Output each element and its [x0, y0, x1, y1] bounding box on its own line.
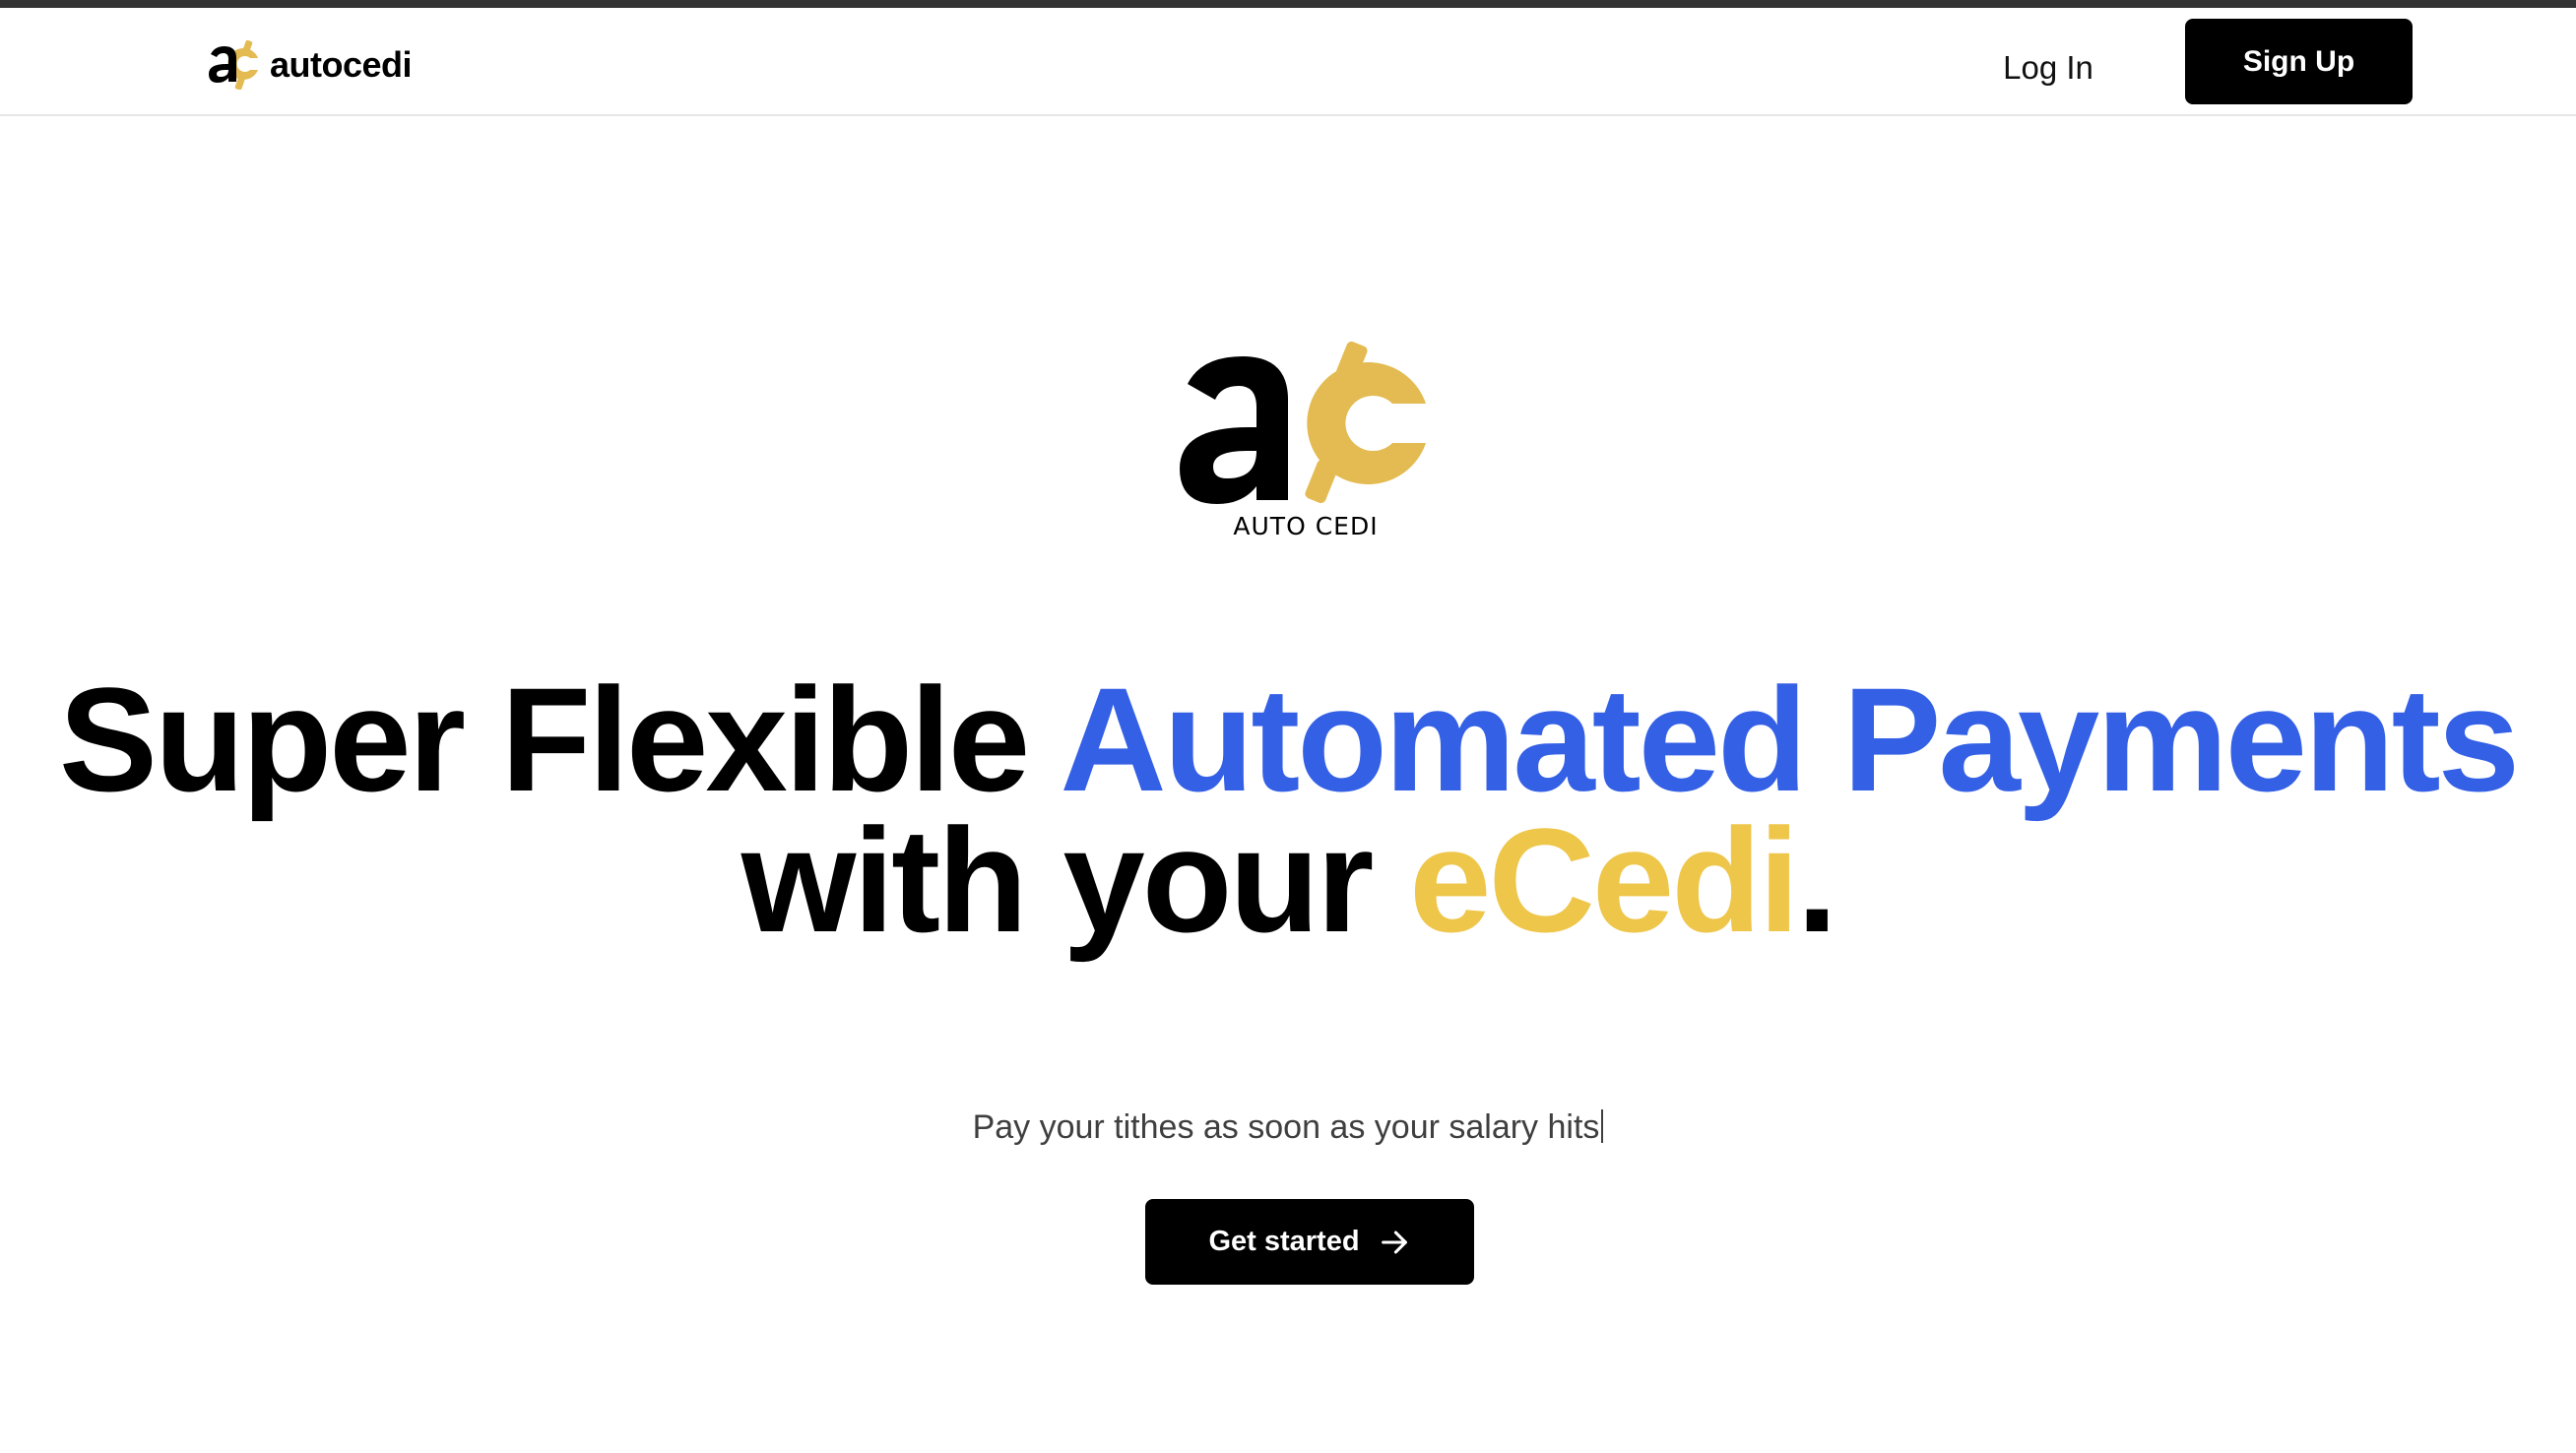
headline-highlight-ecedi: eCedi [1409, 797, 1799, 963]
hero-logo: AUTO CEDI [1178, 335, 1434, 561]
ac-logo-icon [209, 40, 258, 90]
top-browser-strip [0, 0, 2576, 8]
brand-logo-link[interactable]: autocedi [207, 37, 413, 93]
typewriter-text: Pay your tithes as soon as your salary h… [972, 1108, 1600, 1146]
brand-name: autocedi [270, 44, 413, 85]
ac-logo-icon [1180, 341, 1426, 504]
signup-button[interactable]: Sign Up [2185, 19, 2413, 104]
navbar: autocedi Log In Sign Up [0, 8, 2576, 116]
get-started-label: Get started [1208, 1226, 1360, 1257]
typing-caret [1601, 1109, 1604, 1143]
arrow-right-icon [1381, 1231, 1407, 1253]
login-link[interactable]: Log In [1979, 43, 2117, 93]
headline-period: . [1796, 797, 1838, 963]
hero-headline: Super Flexible Automated Payments with y… [0, 665, 2576, 954]
hero-logo-caption: AUTO CEDI [1233, 512, 1379, 540]
hero-subtitle: Pay your tithes as soon as your salary h… [0, 1108, 2576, 1147]
get-started-button[interactable]: Get started [1145, 1199, 1474, 1285]
headline-text-2: with your [741, 797, 1410, 963]
